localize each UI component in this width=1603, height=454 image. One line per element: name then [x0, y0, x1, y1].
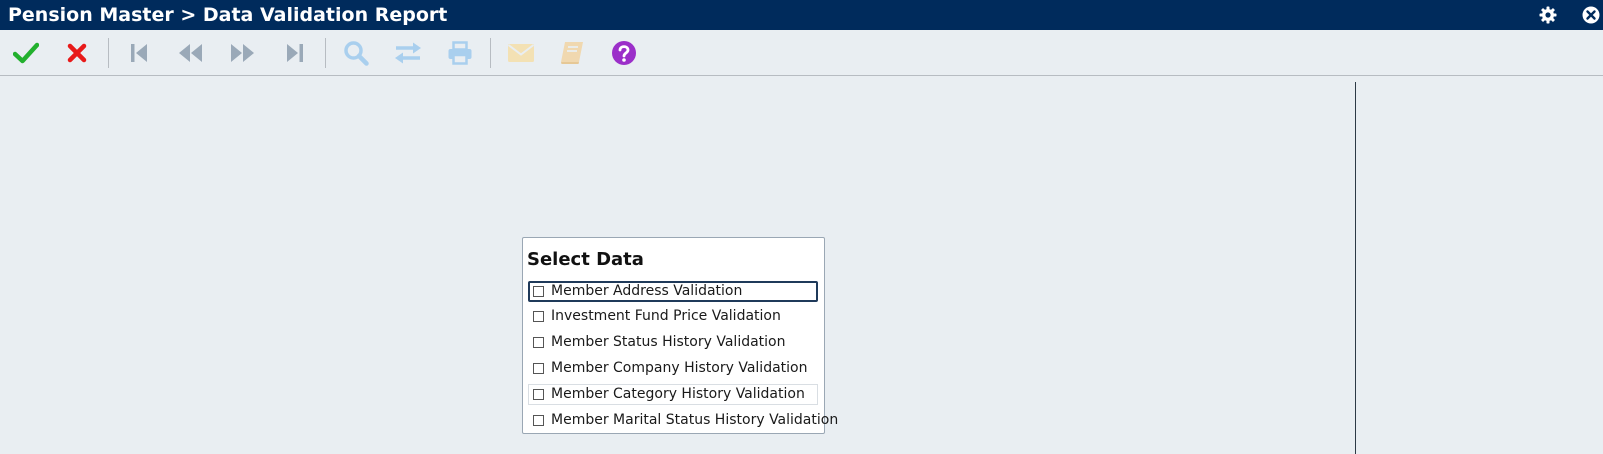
option-label: Member Marital Status History Validation: [551, 412, 839, 428]
email-button[interactable]: [507, 39, 535, 67]
skip-last-icon: [287, 44, 303, 62]
envelope-icon: [507, 44, 535, 62]
skip-first-icon: [131, 44, 147, 62]
first-record-button[interactable]: [125, 39, 153, 67]
option-label: Investment Fund Price Validation: [551, 308, 781, 324]
cancel-button[interactable]: [63, 39, 91, 67]
option-label: Member Company History Validation: [551, 360, 808, 376]
option-label: Member Category History Validation: [551, 386, 805, 402]
fast-forward-icon: [231, 44, 254, 62]
close-x-icon: [67, 43, 87, 63]
close-window-icon[interactable]: [1582, 6, 1600, 24]
last-record-button[interactable]: [281, 39, 309, 67]
toolbar-separator: [490, 38, 491, 68]
magnifier-icon: [344, 41, 369, 66]
main-content: Select Data Member Address Validation In…: [0, 76, 1603, 454]
help-circle-icon: [612, 41, 636, 65]
select-data-title: Select Data: [527, 249, 644, 270]
title-bar: Pension Master > Data Validation Report: [0, 0, 1603, 30]
printer-icon: [448, 41, 472, 65]
checkbox[interactable]: [533, 389, 544, 400]
select-data-panel: Select Data Member Address Validation In…: [522, 237, 838, 434]
checkbox[interactable]: [533, 415, 544, 426]
settings-gear-icon[interactable]: [1539, 6, 1557, 24]
help-button[interactable]: [610, 39, 638, 67]
previous-record-button[interactable]: [177, 39, 205, 67]
checkbox[interactable]: [533, 363, 544, 374]
toolbar: [0, 30, 1603, 76]
book-icon: [561, 42, 583, 64]
checkbox[interactable]: [533, 286, 544, 297]
option-investment-fund-price-validation[interactable]: Investment Fund Price Validation: [528, 306, 818, 327]
toolbar-separator: [108, 38, 109, 68]
option-member-marital-status-history-validation[interactable]: Member Marital Status History Validation: [528, 410, 838, 431]
checkbox[interactable]: [533, 311, 544, 322]
book-button[interactable]: [558, 39, 586, 67]
option-label: Member Status History Validation: [551, 334, 786, 350]
window-title: Pension Master > Data Validation Report: [8, 4, 448, 26]
next-record-button[interactable]: [228, 39, 256, 67]
panel-divider: [1355, 82, 1356, 454]
print-button[interactable]: [446, 39, 474, 67]
option-label: Member Address Validation: [551, 283, 743, 299]
checkmark-icon: [13, 42, 39, 64]
exchange-button[interactable]: [394, 39, 422, 67]
option-member-address-validation[interactable]: Member Address Validation: [528, 281, 818, 302]
option-member-company-history-validation[interactable]: Member Company History Validation: [528, 358, 818, 379]
option-member-category-history-validation[interactable]: Member Category History Validation: [528, 384, 818, 405]
swap-arrows-icon: [395, 42, 421, 64]
search-button[interactable]: [342, 39, 370, 67]
rewind-icon: [179, 44, 202, 62]
accept-button[interactable]: [12, 39, 40, 67]
toolbar-separator: [325, 38, 326, 68]
option-member-status-history-validation[interactable]: Member Status History Validation: [528, 332, 818, 353]
checkbox[interactable]: [533, 337, 544, 348]
